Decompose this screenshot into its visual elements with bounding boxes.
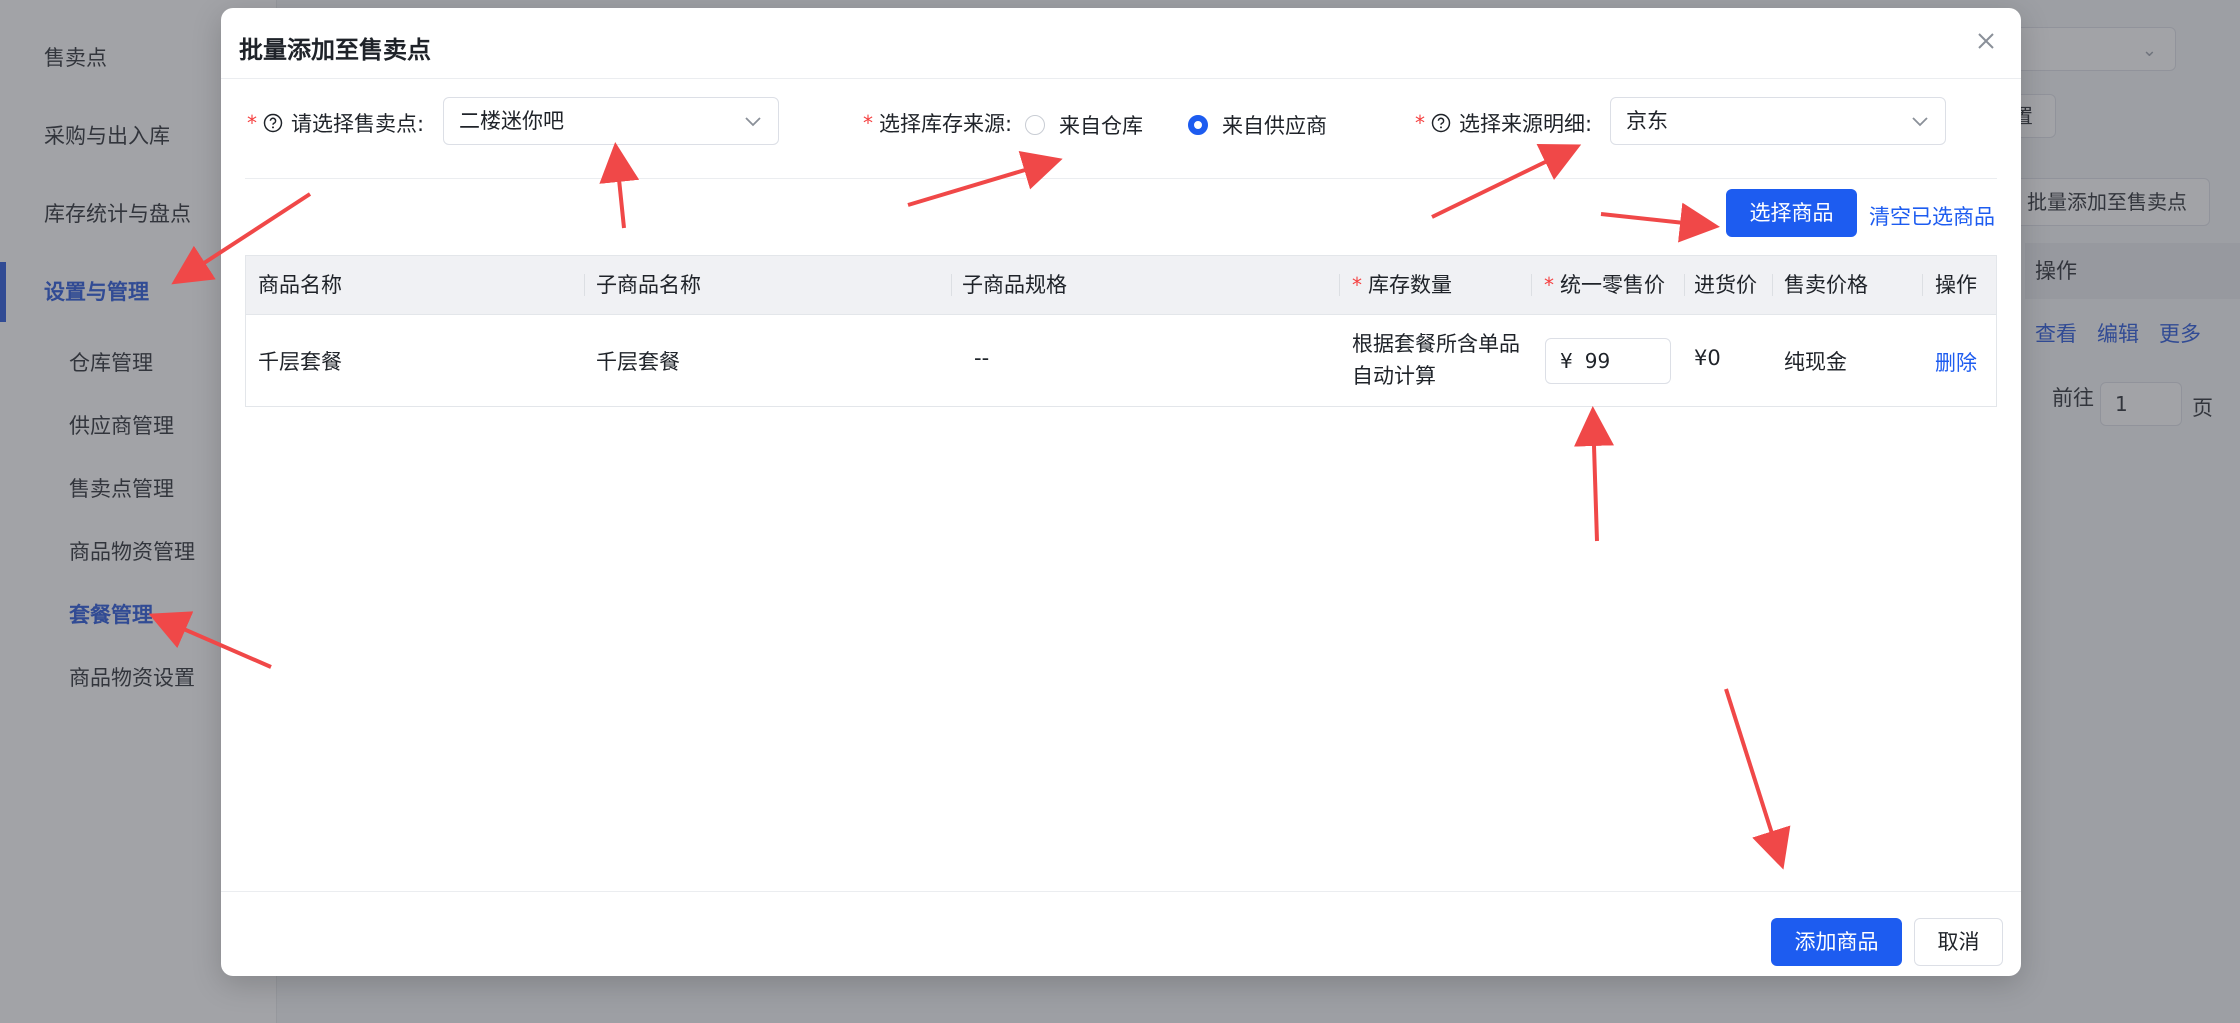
col-action: 操作 <box>1935 273 1977 297</box>
detail-label: * 选择来源明细: <box>1415 108 1592 138</box>
col-separator <box>951 274 952 296</box>
col-separator <box>1531 274 1532 296</box>
select-goods-button[interactable]: 选择商品 <box>1726 189 1857 237</box>
source-label: * 选择库存来源: <box>863 108 1012 138</box>
retail-price-value: 99 <box>1584 349 1611 373</box>
help-icon[interactable] <box>1431 113 1451 133</box>
required-mark: * <box>247 111 257 135</box>
col-separator <box>1339 274 1340 296</box>
col-separator <box>1772 274 1773 296</box>
cell-sale-price: 纯现金 <box>1784 350 1847 374</box>
chevron-down-icon <box>1912 117 1928 127</box>
radio-from-supplier[interactable]: 来自供应商 <box>1188 110 1327 140</box>
outlet-select-value: 二楼迷你吧 <box>459 109 564 133</box>
cancel-button[interactable]: 取消 <box>1914 918 2003 966</box>
col-retail-text: 统一零售价 <box>1560 273 1665 297</box>
outlet-label-text: 请选择售卖点: <box>291 112 425 136</box>
modal-header: 批量添加至售卖点 <box>221 8 2021 79</box>
col-retail-price: * 统一零售价 <box>1544 256 1665 314</box>
col-sale-price: 售卖价格 <box>1784 273 1868 297</box>
cell-spec: -- <box>974 346 990 370</box>
col-separator <box>1684 274 1685 296</box>
source-label-text: 选择库存来源: <box>879 112 1013 136</box>
chevron-down-icon <box>745 117 761 127</box>
radio-circle-checked[interactable] <box>1188 115 1208 135</box>
cell-stock-line1: 根据套餐所含单品 <box>1352 332 1520 356</box>
col-separator <box>1922 274 1923 296</box>
col-stock-text: 库存数量 <box>1368 273 1452 297</box>
close-icon[interactable] <box>1971 26 2001 56</box>
modal-title: 批量添加至售卖点 <box>239 36 431 64</box>
currency-symbol: ¥ <box>1560 349 1573 373</box>
form-row: * 请选择售卖点: 二楼迷你吧 * 选择库存来源: 来自仓库 来自供应商 * 选… <box>221 78 2021 178</box>
cell-name: 千层套餐 <box>258 350 342 374</box>
required-mark: * <box>1352 273 1362 297</box>
radio-circle[interactable] <box>1025 115 1045 135</box>
radio-from-warehouse[interactable]: 来自仓库 <box>1025 110 1143 140</box>
required-mark: * <box>1415 111 1425 135</box>
cell-purchase-price: ¥0 <box>1694 346 1721 370</box>
radio-supplier-label: 来自供应商 <box>1222 114 1327 138</box>
outlet-select[interactable]: 二楼迷你吧 <box>443 97 779 145</box>
detail-select[interactable]: 京东 <box>1610 97 1946 145</box>
detail-select-value: 京东 <box>1626 109 1668 133</box>
retail-price-input[interactable]: ¥99 <box>1545 338 1671 384</box>
goods-table: 商品名称 子商品名称 子商品规格 * 库存数量 * 统一零售价 进货价 售卖价格 操… <box>245 255 1997 407</box>
outlet-label: * 请选择售卖点: <box>247 108 424 138</box>
col-sub-spec: 子商品规格 <box>962 273 1067 297</box>
batch-add-modal: 批量添加至售卖点 * 请选择售卖点: 二楼迷你吧 * 选择库存来源: 来自仓库 <box>221 8 2021 976</box>
detail-label-text: 选择来源明细: <box>1459 112 1593 136</box>
cell-sub-name: 千层套餐 <box>596 350 680 374</box>
required-mark: * <box>1544 273 1554 297</box>
add-goods-button[interactable]: 添加商品 <box>1771 918 1902 966</box>
radio-warehouse-label: 来自仓库 <box>1059 114 1143 138</box>
cell-stock-line2: 自动计算 <box>1352 364 1436 388</box>
cell-stock: 根据套餐所含单品 自动计算 <box>1352 328 1520 392</box>
col-name: 商品名称 <box>258 273 342 297</box>
table-header: 商品名称 子商品名称 子商品规格 * 库存数量 * 统一零售价 进货价 售卖价格 操… <box>246 256 1996 315</box>
col-stock: * 库存数量 <box>1352 256 1452 314</box>
help-icon[interactable] <box>263 113 283 133</box>
form-divider <box>245 178 1997 179</box>
clear-selected-link[interactable]: 清空已选商品 <box>1869 201 1995 231</box>
modal-footer: 添加商品 取消 <box>221 891 2021 977</box>
table-row: 千层套餐 千层套餐 -- 根据套餐所含单品 自动计算 ¥99 ¥0 纯现金 删除 <box>246 314 1996 406</box>
delete-link[interactable]: 删除 <box>1935 347 1977 377</box>
col-sub-name: 子商品名称 <box>596 273 701 297</box>
col-purchase-price: 进货价 <box>1694 273 1757 297</box>
required-mark: * <box>863 111 873 135</box>
col-separator <box>584 274 585 296</box>
